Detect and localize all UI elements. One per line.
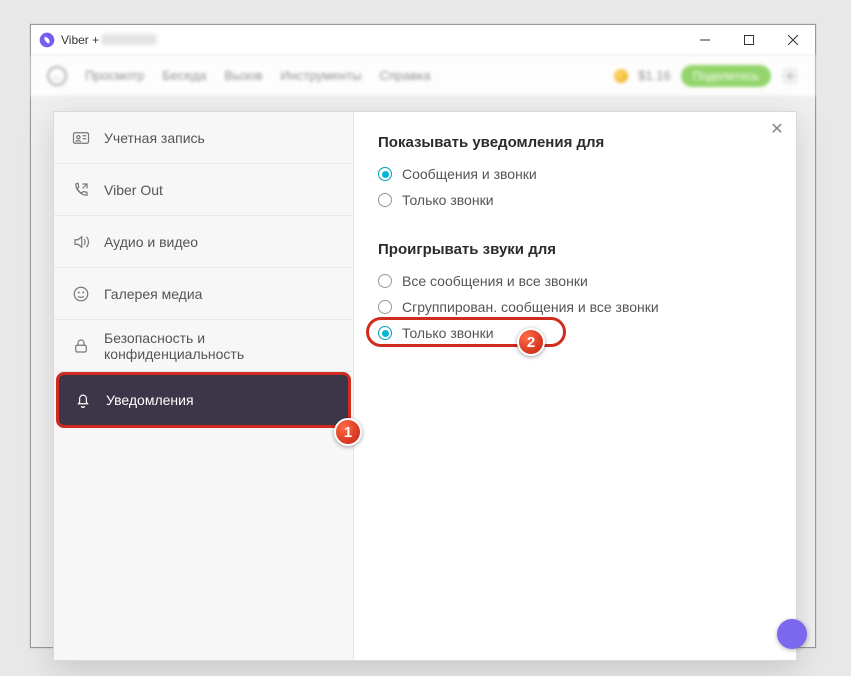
radio-calls-only-sound[interactable]: Только звонки <box>378 320 494 346</box>
sidebar-item-notifications[interactable]: Уведомления <box>56 372 351 428</box>
section2-title: Проигрывать звуки для <box>378 241 772 258</box>
settings-modal: ✕ Учетная запись Viber Out <box>53 111 797 661</box>
radio-messages-and-calls[interactable]: Сообщения и звонки <box>378 161 537 187</box>
phone-out-icon <box>72 181 90 199</box>
settings-content: Показывать уведомления для Сообщения и з… <box>354 112 796 660</box>
radio-label: Только звонки <box>402 325 494 341</box>
bell-icon <box>74 391 92 409</box>
sidebar-item-label: Viber Out <box>104 182 163 198</box>
titlebar: Viber + <box>31 25 815 55</box>
menu-tools[interactable]: Инструменты <box>280 68 361 83</box>
sidebar-item-audiovideo[interactable]: Аудио и видео <box>54 216 353 268</box>
lock-icon <box>72 337 90 355</box>
radio-icon <box>378 193 392 207</box>
radio-calls-only-show[interactable]: Только звонки <box>378 187 494 213</box>
sidebar-item-label: Аудио и видео <box>104 234 198 250</box>
viber-logo-icon <box>39 32 55 48</box>
back-icon[interactable]: ← <box>47 66 67 86</box>
radio-icon <box>378 326 392 340</box>
maximize-button[interactable] <box>727 25 771 55</box>
id-card-icon <box>72 129 90 147</box>
sidebar-item-label: Безопасность и конфиденциальность <box>104 330 335 362</box>
window-controls <box>683 25 815 55</box>
menu-help[interactable]: Справка <box>379 68 430 83</box>
sidebar-item-label: Учетная запись <box>104 130 205 146</box>
radio-label: Сгруппирован. сообщения и все звонки <box>402 299 659 315</box>
menu-chat[interactable]: Беседа <box>162 68 206 83</box>
radio-all-messages-calls[interactable]: Все сообщения и все звонки <box>378 268 588 294</box>
main-toolbar: ← Просмотр Беседа Вызов Инструменты Спра… <box>31 55 815 97</box>
menu-call[interactable]: Вызов <box>224 68 262 83</box>
coin-icon <box>614 69 628 83</box>
promote-button[interactable]: Поделитесь <box>681 65 771 87</box>
minimize-button[interactable] <box>683 25 727 55</box>
step-badge-2: 2 <box>517 328 545 356</box>
radio-label: Сообщения и звонки <box>402 166 537 182</box>
menu-view[interactable]: Просмотр <box>85 68 144 83</box>
smile-icon <box>72 285 90 303</box>
app-body: ← Просмотр Беседа Вызов Инструменты Спра… <box>31 55 815 647</box>
fab-button[interactable] <box>777 619 807 649</box>
radio-grouped-messages-calls[interactable]: Сгруппирован. сообщения и все звонки <box>378 294 659 320</box>
radio-icon <box>378 274 392 288</box>
sidebar-item-label: Уведомления <box>106 392 194 408</box>
sidebar-item-account[interactable]: Учетная запись <box>54 112 353 164</box>
section1-title: Показывать уведомления для <box>378 134 772 151</box>
window-title-blurred <box>101 34 157 45</box>
close-window-button[interactable] <box>771 25 815 55</box>
radio-icon <box>378 167 392 181</box>
radio-label: Все сообщения и все звонки <box>402 273 588 289</box>
sidebar-item-gallery[interactable]: Галерея медиа <box>54 268 353 320</box>
step-badge-1: 1 <box>334 418 362 446</box>
sidebar-item-security[interactable]: Безопасность и конфиденциальность <box>54 320 353 372</box>
speaker-icon <box>72 233 90 251</box>
window-title-prefix: Viber + <box>61 33 99 47</box>
sidebar-item-label: Галерея медиа <box>104 286 202 302</box>
gear-icon[interactable] <box>781 67 799 85</box>
settings-sidebar: Учетная запись Viber Out Аудио и видео <box>54 112 354 660</box>
sidebar-item-viberout[interactable]: Viber Out <box>54 164 353 216</box>
app-window: Viber + ← Просмотр Беседа Вызов Инструме… <box>30 24 816 648</box>
radio-icon <box>378 300 392 314</box>
radio-label: Только звонки <box>402 192 494 208</box>
balance-text: $1.16 <box>638 68 671 83</box>
